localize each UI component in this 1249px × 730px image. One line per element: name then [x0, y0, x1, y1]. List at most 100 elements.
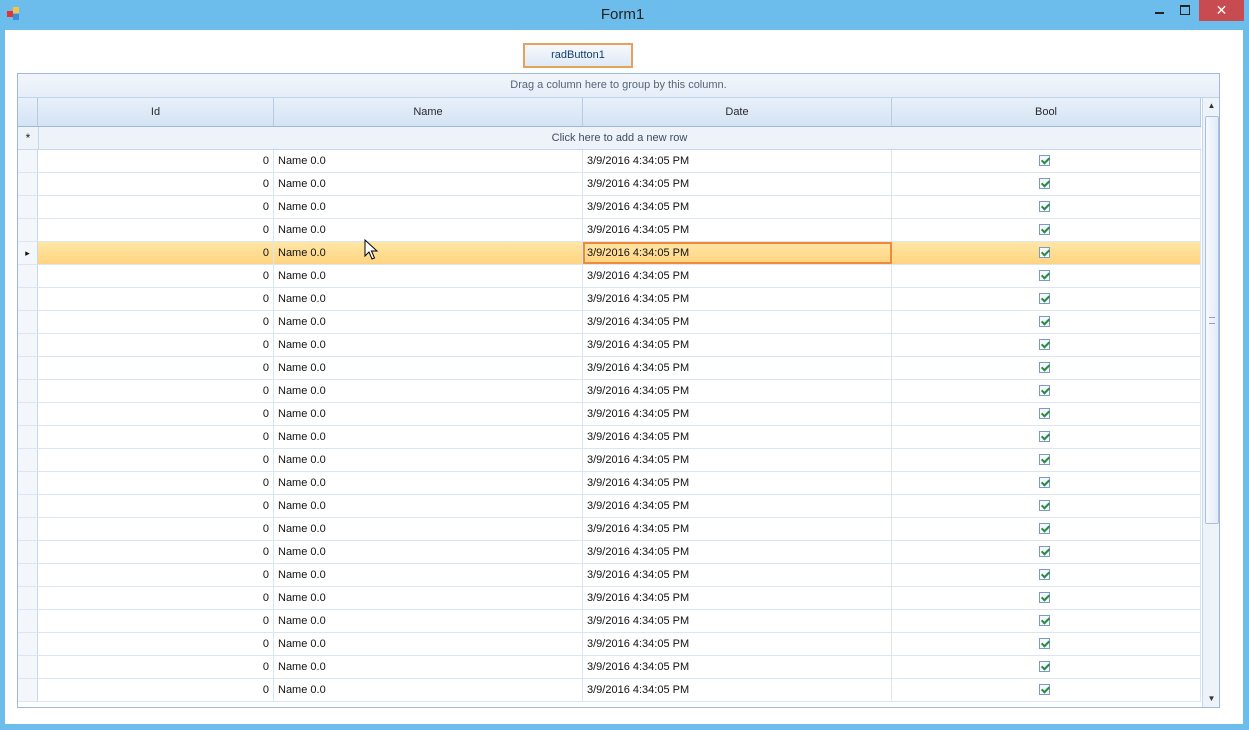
cell-id[interactable]: 0: [38, 518, 274, 540]
column-header-name[interactable]: Name: [274, 98, 583, 126]
row-indicator[interactable]: [18, 472, 38, 494]
scroll-down-icon[interactable]: ▼: [1203, 691, 1219, 707]
cell-id[interactable]: 0: [38, 265, 274, 287]
table-row[interactable]: 0 Name 0.0 3/9/2016 4:34:05 PM: [18, 472, 1201, 495]
cell-name[interactable]: Name 0.0: [274, 541, 583, 563]
cell-bool[interactable]: [892, 403, 1201, 425]
cell-date[interactable]: 3/9/2016 4:34:05 PM: [583, 472, 892, 494]
cell-bool[interactable]: [892, 311, 1201, 333]
cell-name[interactable]: Name 0.0: [274, 449, 583, 471]
checkbox-checked-icon[interactable]: [1039, 178, 1050, 189]
cell-name[interactable]: Name 0.0: [274, 610, 583, 632]
scroll-thumb[interactable]: [1205, 116, 1219, 524]
table-row[interactable]: 0 Name 0.0 3/9/2016 4:34:05 PM: [18, 610, 1201, 633]
column-header-date[interactable]: Date: [583, 98, 892, 126]
cell-bool[interactable]: [892, 656, 1201, 678]
table-row[interactable]: 0 Name 0.0 3/9/2016 4:34:05 PM: [18, 265, 1201, 288]
cell-bool[interactable]: [892, 150, 1201, 172]
cell-date[interactable]: 3/9/2016 4:34:05 PM: [583, 334, 892, 356]
cell-date[interactable]: 3/9/2016 4:34:05 PM: [583, 357, 892, 379]
row-indicator[interactable]: [18, 656, 38, 678]
table-row[interactable]: 0 Name 0.0 3/9/2016 4:34:05 PM: [18, 357, 1201, 380]
cell-id[interactable]: 0: [38, 587, 274, 609]
cell-bool[interactable]: [892, 380, 1201, 402]
table-row[interactable]: ▸ 0 Name 0.0 3/9/2016 4:34:05 PM: [18, 242, 1201, 265]
cell-id[interactable]: 0: [38, 472, 274, 494]
checkbox-checked-icon[interactable]: [1039, 270, 1050, 281]
row-indicator[interactable]: [18, 196, 38, 218]
cell-id[interactable]: 0: [38, 564, 274, 586]
row-indicator[interactable]: [18, 380, 38, 402]
table-row[interactable]: 0 Name 0.0 3/9/2016 4:34:05 PM: [18, 150, 1201, 173]
cell-id[interactable]: 0: [38, 242, 274, 264]
cell-name[interactable]: Name 0.0: [274, 495, 583, 517]
cell-name[interactable]: Name 0.0: [274, 633, 583, 655]
cell-name[interactable]: Name 0.0: [274, 656, 583, 678]
cell-date-focused[interactable]: 3/9/2016 4:34:05 PM: [583, 242, 892, 264]
cell-id[interactable]: 0: [38, 679, 274, 701]
table-row[interactable]: 0 Name 0.0 3/9/2016 4:34:05 PM: [18, 196, 1201, 219]
table-row[interactable]: 0 Name 0.0 3/9/2016 4:34:05 PM: [18, 518, 1201, 541]
cell-bool[interactable]: [892, 426, 1201, 448]
checkbox-checked-icon[interactable]: [1039, 546, 1050, 557]
cell-date[interactable]: 3/9/2016 4:34:05 PM: [583, 380, 892, 402]
cell-name[interactable]: Name 0.0: [274, 150, 583, 172]
checkbox-checked-icon[interactable]: [1039, 339, 1050, 350]
cell-bool[interactable]: [892, 334, 1201, 356]
cell-bool[interactable]: [892, 265, 1201, 287]
cell-date[interactable]: 3/9/2016 4:34:05 PM: [583, 633, 892, 655]
table-row[interactable]: 0 Name 0.0 3/9/2016 4:34:05 PM: [18, 541, 1201, 564]
row-indicator[interactable]: [18, 633, 38, 655]
cell-bool[interactable]: [892, 242, 1201, 264]
table-row[interactable]: 0 Name 0.0 3/9/2016 4:34:05 PM: [18, 656, 1201, 679]
cell-name[interactable]: Name 0.0: [274, 311, 583, 333]
cell-id[interactable]: 0: [38, 219, 274, 241]
cell-id[interactable]: 0: [38, 311, 274, 333]
close-button[interactable]: ✕: [1199, 0, 1244, 21]
table-row[interactable]: 0 Name 0.0 3/9/2016 4:34:05 PM: [18, 219, 1201, 242]
row-indicator[interactable]: [18, 610, 38, 632]
row-indicator[interactable]: [18, 265, 38, 287]
checkbox-checked-icon[interactable]: [1039, 293, 1050, 304]
cell-bool[interactable]: [892, 495, 1201, 517]
cell-name[interactable]: Name 0.0: [274, 587, 583, 609]
cell-id[interactable]: 0: [38, 426, 274, 448]
checkbox-checked-icon[interactable]: [1039, 477, 1050, 488]
cell-bool[interactable]: [892, 449, 1201, 471]
table-row[interactable]: 0 Name 0.0 3/9/2016 4:34:05 PM: [18, 449, 1201, 472]
row-indicator[interactable]: [18, 518, 38, 540]
cell-name[interactable]: Name 0.0: [274, 219, 583, 241]
checkbox-checked-icon[interactable]: [1039, 523, 1050, 534]
checkbox-checked-icon[interactable]: [1039, 224, 1050, 235]
checkbox-checked-icon[interactable]: [1039, 385, 1050, 396]
checkbox-checked-icon[interactable]: [1039, 431, 1050, 442]
cell-id[interactable]: 0: [38, 633, 274, 655]
checkbox-checked-icon[interactable]: [1039, 569, 1050, 580]
table-row[interactable]: 0 Name 0.0 3/9/2016 4:34:05 PM: [18, 380, 1201, 403]
checkbox-checked-icon[interactable]: [1039, 316, 1050, 327]
cell-id[interactable]: 0: [38, 656, 274, 678]
row-indicator[interactable]: [18, 564, 38, 586]
cell-id[interactable]: 0: [38, 196, 274, 218]
row-indicator[interactable]: [18, 679, 38, 701]
cell-id[interactable]: 0: [38, 357, 274, 379]
checkbox-checked-icon[interactable]: [1039, 201, 1050, 212]
cell-bool[interactable]: [892, 541, 1201, 563]
checkbox-checked-icon[interactable]: [1039, 247, 1050, 258]
cell-bool[interactable]: [892, 564, 1201, 586]
cell-date[interactable]: 3/9/2016 4:34:05 PM: [583, 311, 892, 333]
cell-date[interactable]: 3/9/2016 4:34:05 PM: [583, 610, 892, 632]
cell-name[interactable]: Name 0.0: [274, 288, 583, 310]
cell-date[interactable]: 3/9/2016 4:34:05 PM: [583, 449, 892, 471]
table-row[interactable]: 0 Name 0.0 3/9/2016 4:34:05 PM: [18, 426, 1201, 449]
checkbox-checked-icon[interactable]: [1039, 684, 1050, 695]
cell-name[interactable]: Name 0.0: [274, 242, 583, 264]
checkbox-checked-icon[interactable]: [1039, 362, 1050, 373]
cell-bool[interactable]: [892, 288, 1201, 310]
table-row[interactable]: 0 Name 0.0 3/9/2016 4:34:05 PM: [18, 679, 1201, 702]
row-indicator[interactable]: [18, 426, 38, 448]
maximize-button[interactable]: [1171, 0, 1199, 21]
cell-date[interactable]: 3/9/2016 4:34:05 PM: [583, 403, 892, 425]
cell-name[interactable]: Name 0.0: [274, 196, 583, 218]
cell-name[interactable]: Name 0.0: [274, 518, 583, 540]
